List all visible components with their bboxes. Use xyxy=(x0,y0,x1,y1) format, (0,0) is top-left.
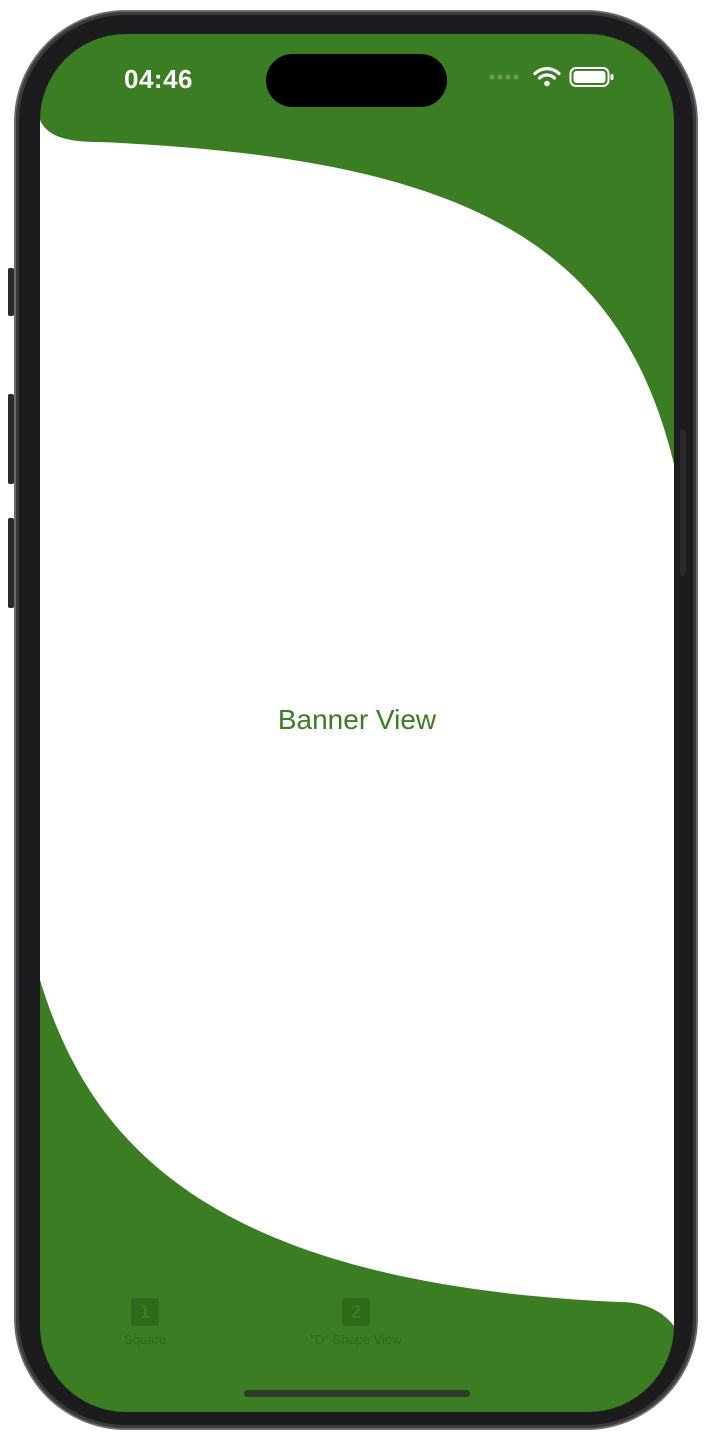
banner-view-title: Banner View xyxy=(277,704,437,735)
status-icons xyxy=(489,66,615,88)
wifi-icon xyxy=(533,67,561,87)
square-1-icon: 1 xyxy=(131,1298,159,1326)
volume-down-button xyxy=(8,518,14,608)
tab-label: "D" Shape View xyxy=(310,1332,402,1347)
home-indicator[interactable] xyxy=(244,1390,470,1397)
tab-label: Square xyxy=(124,1332,166,1347)
tab-bar: 1 Square 2 "D" Shape View xyxy=(40,1298,674,1368)
screen: 04:46 Banner View 1 Square 2 "D" Shape V… xyxy=(40,34,674,1412)
tab-d-shape-view[interactable]: 2 "D" Shape View xyxy=(251,1298,461,1347)
tab-square[interactable]: 1 Square xyxy=(40,1298,250,1347)
volume-up-button xyxy=(8,394,14,484)
square-2-icon: 2 xyxy=(342,1298,370,1326)
power-button xyxy=(680,430,686,576)
dynamic-island xyxy=(266,54,447,107)
cellular-signal-icon xyxy=(489,74,519,80)
status-time: 04:46 xyxy=(124,64,193,94)
battery-icon xyxy=(569,67,614,87)
action-button xyxy=(8,268,14,316)
